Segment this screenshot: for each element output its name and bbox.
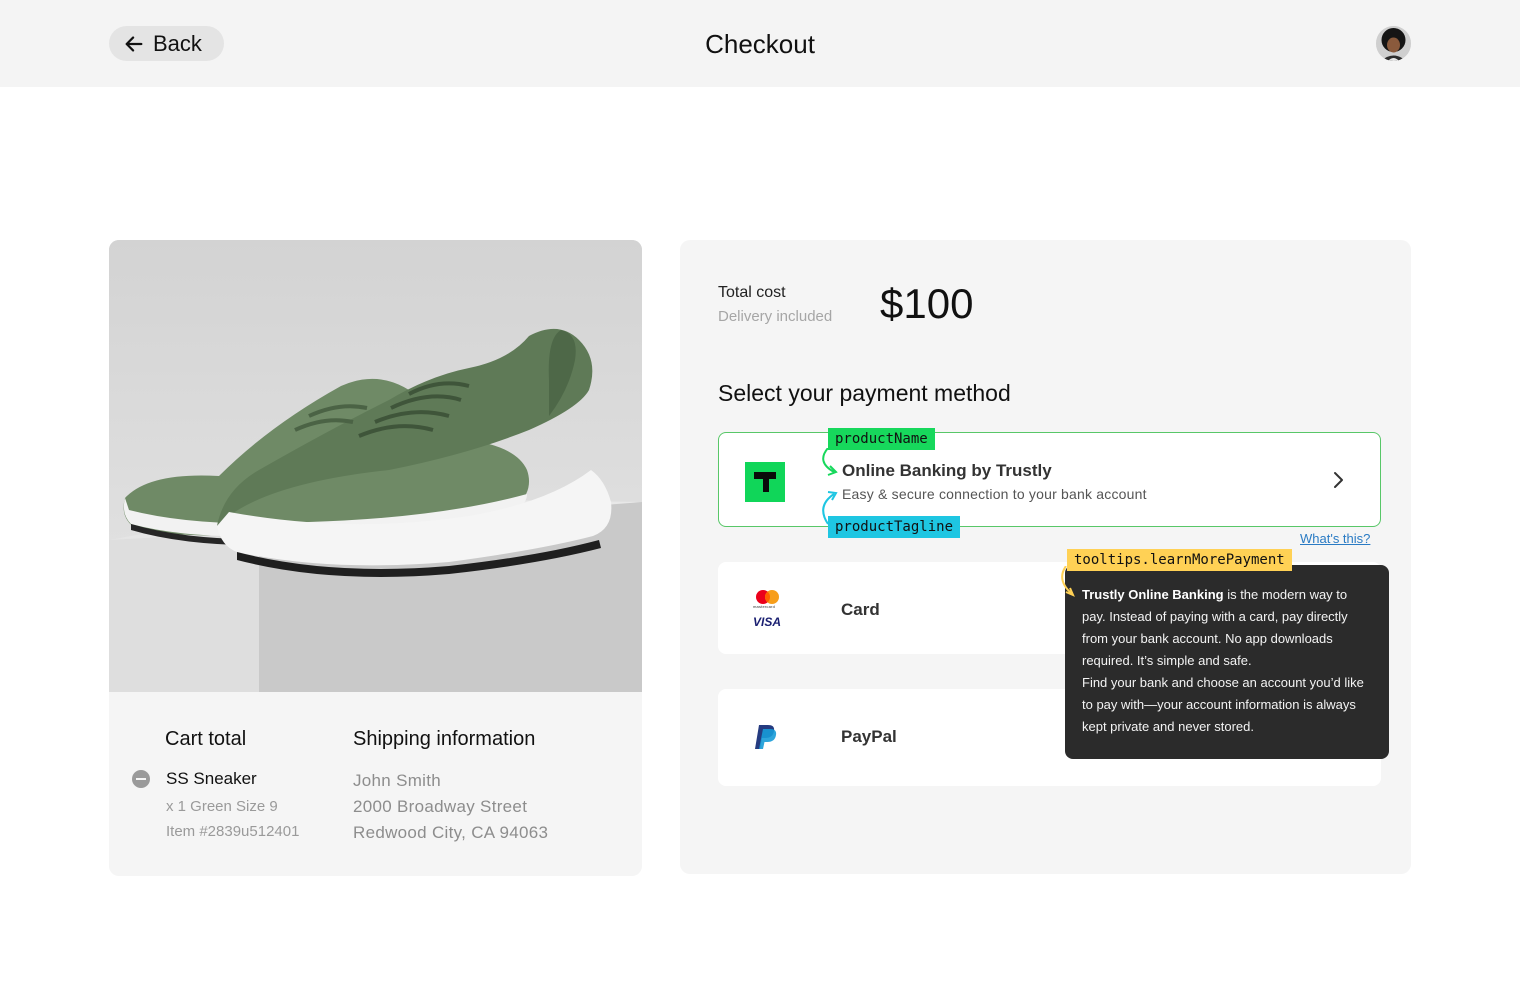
tooltip-text-2: Find your bank and choose an account you… xyxy=(1082,675,1364,734)
whats-this-link[interactable]: What's this? xyxy=(1300,531,1370,546)
cart-item-name: SS Sneaker xyxy=(166,769,257,788)
shipping-title: Shipping information xyxy=(353,728,536,750)
product-image xyxy=(109,240,642,692)
shipping-street: 2000 Broadway Street xyxy=(353,797,528,816)
product-card: Cart total SS Sneaker x 1 Green Size 9 I… xyxy=(109,240,642,876)
tooltip-paragraph-1: Trustly Online Banking is the modern way… xyxy=(1082,584,1372,672)
trustly-method-tagline: Easy & secure connection to your bank ac… xyxy=(842,486,1147,502)
paypal-logo xyxy=(754,724,778,750)
top-bar: Back Checkout xyxy=(0,0,1520,87)
tooltip-bold-text: Trustly Online Banking xyxy=(1082,587,1224,602)
avatar[interactable] xyxy=(1376,26,1411,61)
tooltip-annotation-arrow xyxy=(1061,566,1075,597)
shipping-name: John Smith xyxy=(353,771,442,790)
shipping-city: Redwood City, CA 94063 xyxy=(353,823,549,842)
payment-panel: Total cost Delivery included $100 Select… xyxy=(680,240,1411,874)
page-title: Checkout xyxy=(705,29,815,59)
select-payment-title: Select your payment method xyxy=(718,380,1011,406)
card-method-name: Card xyxy=(841,600,880,619)
cart-item-number: Item #2839u512401 xyxy=(166,823,300,840)
product-name-annotation: productName xyxy=(828,428,935,450)
total-cost-label: Total cost xyxy=(718,284,786,301)
delivery-included-label: Delivery included xyxy=(718,308,833,325)
mastercard-wordmark: mastercard xyxy=(753,604,776,609)
learn-more-tooltip: Trustly Online Banking is the modern way… xyxy=(1065,565,1389,759)
tooltip-key-annotation: tooltips.learnMorePayment xyxy=(1067,549,1292,571)
cart-total-title: Cart total xyxy=(165,728,247,750)
cart-item-variant: x 1 Green Size 9 xyxy=(166,798,278,815)
total-cost-value: $100 xyxy=(880,280,974,327)
annotation-arrows xyxy=(822,448,838,525)
visa-wordmark: VISA xyxy=(753,615,782,629)
remove-item-icon[interactable] xyxy=(132,770,150,788)
trustly-logo xyxy=(745,462,785,502)
paypal-method-name: PayPal xyxy=(841,727,897,746)
chevron-right-icon xyxy=(1334,471,1343,488)
trustly-method-name: Online Banking by Trustly xyxy=(842,461,1052,480)
